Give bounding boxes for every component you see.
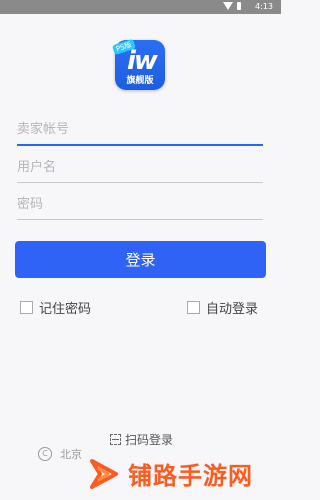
auto-login-checkbox[interactable] (187, 301, 200, 314)
username-input[interactable] (17, 156, 263, 183)
remember-password-label: 记住密码 (39, 302, 92, 317)
wifi-icon (223, 2, 233, 10)
password-input[interactable] (17, 193, 263, 220)
seller-account-input[interactable] (17, 118, 263, 146)
status-time: 4:13 (255, 2, 273, 11)
footer: C 北京 铺路手游网 (38, 446, 281, 500)
status-icons (223, 2, 241, 10)
auto-login-option[interactable]: 自动登录 (187, 298, 258, 317)
battery-icon (237, 2, 241, 10)
logo-name: 旗舰版 (126, 76, 154, 86)
watermark-text: 铺路手游网 (128, 462, 253, 490)
status-bar: 4:13 (0, 0, 281, 14)
copyright-text: 北京 (60, 448, 82, 461)
remember-password-checkbox[interactable] (20, 301, 33, 314)
logo-mark: iw (127, 46, 158, 76)
app-logo: PS版 iw 旗舰版 (111, 38, 165, 90)
login-button[interactable]: 登录 (15, 241, 266, 278)
copyright-icon: C (38, 447, 52, 461)
watermark: 铺路手游网 (86, 456, 253, 491)
scan-icon (110, 434, 121, 445)
auto-login-label: 自动登录 (206, 302, 259, 317)
copyright: C 北京 (38, 446, 82, 462)
watermark-logo-icon (86, 457, 120, 491)
remember-password-option[interactable]: 记住密码 (20, 298, 91, 317)
